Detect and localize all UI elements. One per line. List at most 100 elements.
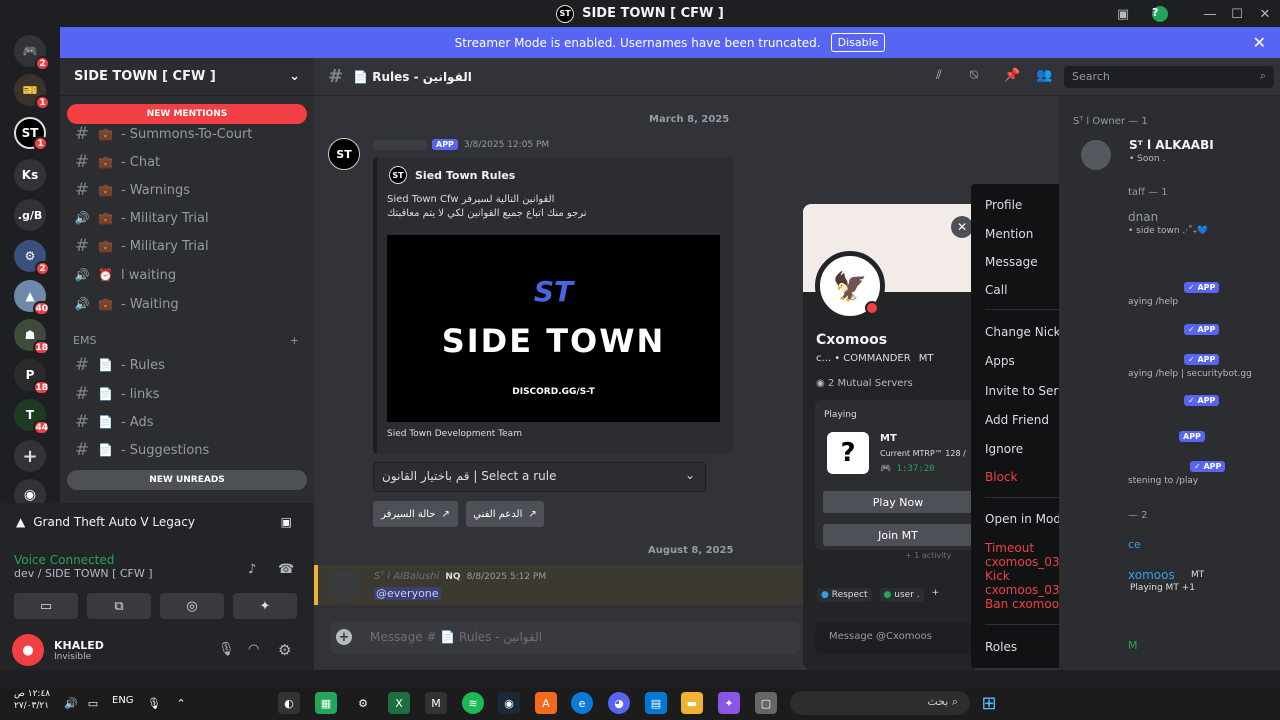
threads-icon[interactable]: ⫽ <box>936 68 942 83</box>
file-explorer-icon[interactable]: ▬ <box>681 692 703 714</box>
avatar[interactable]: ST <box>328 138 360 170</box>
taskbar-app-icon[interactable]: A <box>535 692 557 714</box>
taskbar-app-icon[interactable]: ▢ <box>755 692 777 714</box>
category-ems[interactable]: EMS + <box>73 334 299 347</box>
voice-connected-label[interactable]: Voice Connected <box>14 553 153 567</box>
server-status-link-button[interactable]: حالة السيرفر ↗ <box>373 501 458 527</box>
message-input[interactable]: Message # 📄 Rules - القوانين <box>330 622 800 654</box>
server-icon[interactable]: .g/B <box>14 199 46 231</box>
server-icon[interactable]: T 44 <box>14 399 50 435</box>
channel-item[interactable]: # 💼 - Summons-To-Court <box>74 123 253 145</box>
taskbar-app-icon[interactable]: M <box>425 692 447 714</box>
server-icon[interactable]: P 18 <box>14 359 50 395</box>
network-icon[interactable]: ▭ <box>82 692 104 714</box>
tray-overflow-icon[interactable]: ⌃ <box>170 692 192 714</box>
taskbar-app-icon[interactable]: ▦ <box>315 692 337 714</box>
join-button[interactable]: Join MT <box>823 524 973 546</box>
support-link-button[interactable]: الدعم الفني ↗ <box>466 501 544 527</box>
language-indicator[interactable]: ENG <box>112 695 134 706</box>
member-name[interactable]: dnan <box>1128 210 1158 224</box>
microphone-icon[interactable]: 🎙 <box>218 642 235 657</box>
channel-item[interactable]: # 💼 - Warnings <box>74 179 190 201</box>
close-window-button[interactable]: ✕ <box>1254 4 1276 24</box>
clock[interactable]: ١٢:٤٨ ص ٢٧/٠٣/٢١ <box>14 688 50 712</box>
channel-item[interactable]: # 📄 - Suggestions <box>74 439 209 461</box>
channel-item[interactable]: # 💼 - Chat <box>74 151 160 173</box>
activity-row[interactable]: ▲ Grand Theft Auto V Legacy ▣ <box>6 503 306 541</box>
add-server-icon[interactable]: + <box>14 440 46 472</box>
play-now-button[interactable]: Play Now <box>823 491 973 513</box>
member-name[interactable]: M <box>1128 639 1138 652</box>
more-activities[interactable]: + 1 activity <box>905 551 951 560</box>
discord-home-button[interactable]: 🎮 2 <box>14 35 50 71</box>
camera-button[interactable]: ▭ <box>14 593 78 619</box>
taskbar-app-icon[interactable]: ◐ <box>278 692 300 714</box>
channel-item[interactable]: # 📄 - links <box>74 383 160 405</box>
notification-bell-icon[interactable]: ⍉ <box>970 68 978 83</box>
screen-share-button[interactable]: ⧉ <box>87 593 151 619</box>
noise-suppression-icon[interactable]: ♪ <box>248 562 256 577</box>
elapsed-value: 1:37:20 <box>896 464 935 474</box>
streamer-mode-banner: Streamer Mode is enabled. Usernames have… <box>60 27 1280 58</box>
server-icon[interactable]: 🎫 1 <box>14 74 50 110</box>
current-user[interactable]: ● KHALED Invisible <box>12 634 104 666</box>
new-mentions-pill[interactable]: NEW MENTIONS <box>67 104 307 124</box>
mic-tray-icon[interactable]: 🎙 <box>143 692 165 714</box>
add-channel-icon[interactable]: + <box>290 334 299 347</box>
channel-item[interactable]: 🔊 ⏰ l waiting <box>74 264 177 286</box>
everyone-mention[interactable]: @everyone <box>374 587 441 600</box>
settings-gear-icon[interactable]: ⚙ <box>278 641 291 659</box>
edge-icon[interactable]: e <box>571 692 593 714</box>
member-list-icon[interactable]: 👥 <box>1036 68 1052 83</box>
start-icon[interactable]: ⊞ <box>978 692 1000 714</box>
taskbar-app-icon[interactable]: ⚙ <box>352 692 374 714</box>
help-icon[interactable]: ? <box>1149 4 1171 24</box>
spotify-icon[interactable]: ≋ <box>462 692 484 714</box>
minimize-button[interactable]: — <box>1199 4 1221 24</box>
close-popout-icon[interactable]: ✕ <box>951 216 973 238</box>
discord-taskbar-icon[interactable]: ◕ <box>608 692 630 714</box>
server-icon[interactable]: ☗ 18 <box>14 319 50 355</box>
maximize-button[interactable]: ☐ <box>1226 4 1248 24</box>
rule-select-dropdown[interactable]: قم باختيار القانون | Select a rule ⌄ <box>373 462 706 492</box>
channel-item[interactable]: # 💼 - Military Trial <box>74 235 209 257</box>
channel-item[interactable]: # 📄 - Ads <box>74 411 154 433</box>
close-banner-icon[interactable]: ✕ <box>1253 33 1266 52</box>
channel-item[interactable]: # 📄 - Rules <box>74 354 165 376</box>
inbox-icon[interactable]: ▣ <box>1112 4 1134 24</box>
server-icon[interactable]: ▲ 40 <box>14 280 50 316</box>
author-name[interactable]: Sᵀ l AlBalushi <box>374 571 439 582</box>
volume-icon[interactable]: 🔊 <box>60 692 82 714</box>
taskbar-app-icon[interactable]: X <box>388 692 410 714</box>
redacted-username[interactable] <box>374 139 426 150</box>
disable-streamer-button[interactable]: Disable <box>830 33 886 52</box>
search-input[interactable]: Search ⌕ <box>1064 66 1274 88</box>
mutual-servers[interactable]: ◉ 2 Mutual Servers <box>816 378 913 389</box>
dm-message-input[interactable]: Message @Cxomoos <box>815 622 975 654</box>
avatar[interactable] <box>328 570 360 602</box>
channel-item[interactable]: 🔊 💼 - Military Trial <box>74 207 209 229</box>
taskbar-search[interactable]: بحث ⌕ <box>790 691 970 715</box>
headphones-icon[interactable]: ◠ <box>248 642 259 657</box>
embed-image[interactable]: ST SIDE TOWN DISCORD.GG/S-T <box>387 235 720 422</box>
avatar[interactable] <box>1081 140 1111 170</box>
server-header[interactable]: SIDE TOWN [ CFW ] ⌄ <box>60 58 314 96</box>
disconnect-icon[interactable]: ☎ <box>278 562 294 577</box>
copilot-icon[interactable]: ✦ <box>718 692 740 714</box>
stream-icon[interactable]: ▣ <box>281 515 292 529</box>
server-icon[interactable]: Ks <box>14 159 46 191</box>
server-icon[interactable]: ⚙ 2 <box>14 240 50 276</box>
pin-icon[interactable]: 📌 <box>1004 68 1020 83</box>
activity-button[interactable]: ◎ <box>160 593 224 619</box>
new-unreads-pill[interactable]: NEW UNREADS <box>67 470 307 490</box>
soundboard-button[interactable]: ✦ <box>233 593 297 619</box>
add-attachment-icon[interactable]: + <box>336 629 352 645</box>
channel-item[interactable]: 🔊 💼 - Waiting <box>74 293 179 315</box>
add-role-icon[interactable]: + <box>932 588 940 602</box>
server-icon-side-town[interactable]: ST 1 <box>14 117 48 151</box>
member-name[interactable]: Sᵀ l ALKAABI <box>1129 138 1214 152</box>
steam-icon[interactable]: ◉ <box>498 692 520 714</box>
mention-badge: 44 <box>33 420 50 435</box>
store-icon[interactable]: ▤ <box>645 692 667 714</box>
member-name[interactable]: xomoos <box>1128 568 1175 582</box>
